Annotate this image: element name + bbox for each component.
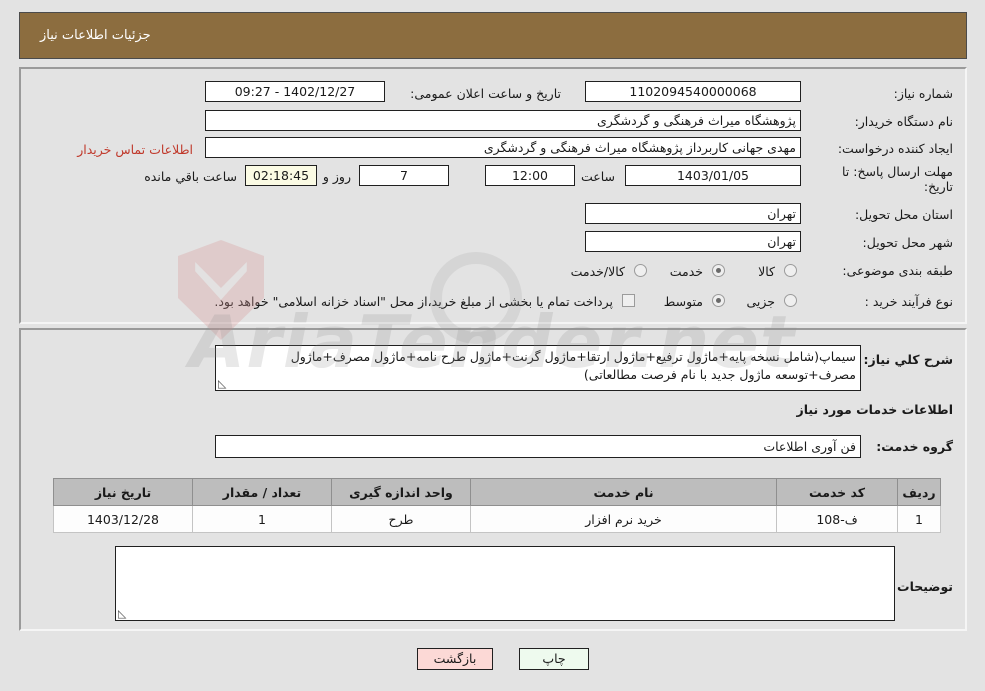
deadline-label: مهلت ارسال پاسخ: تا تاریخ:	[842, 164, 953, 194]
radio-category-kala-khedmat[interactable]	[634, 264, 647, 277]
remaining-time-field: 02:18:45	[245, 165, 317, 186]
print-button[interactable]: چاپ	[519, 648, 589, 670]
col-quantity: تعداد / مقدار	[192, 478, 332, 506]
need-number-field[interactable]: 1102094540000068	[585, 81, 801, 102]
province-label: استان محل تحویل:	[854, 207, 953, 222]
radio-process-motevaset[interactable]	[712, 294, 725, 307]
cell-unit: طرح	[331, 505, 471, 533]
requester-label: ایجاد کننده درخواست:	[837, 141, 953, 156]
resize-handle-icon-notes[interactable]: ◿	[118, 607, 128, 620]
cell-need-date: 1403/12/28	[53, 505, 193, 533]
remaining-days-label: روز و	[322, 169, 351, 184]
back-button[interactable]: بازگشت	[417, 648, 493, 670]
radio-category-khedmat-label: خدمت	[669, 264, 703, 279]
col-need-date: تاریخ نیاز	[53, 478, 193, 506]
buyer-notes-textarea[interactable]: ◿	[115, 546, 895, 621]
need-number-label: شماره نیاز:	[893, 86, 953, 101]
radio-category-kala[interactable]	[784, 264, 797, 277]
table-header-row: ردیف کد خدمت نام خدمت واحد اندازه گیری ت…	[53, 478, 941, 506]
city-label: شهر محل تحویل:	[862, 235, 953, 250]
deadline-time-field[interactable]: 12:00	[485, 165, 575, 186]
resize-handle-icon[interactable]: ◿	[218, 377, 228, 390]
buyer-contact-link[interactable]: اطلاعات تماس خریدار	[77, 142, 193, 157]
need-info-panel: شماره نیاز: 1102094540000068 تاریخ و ساع…	[19, 67, 967, 324]
general-desc-textarea[interactable]: سیماپ(شامل نسخه پایه+ماژول ترفیع+ماژول ا…	[215, 345, 861, 391]
general-desc-label: شرح کلي نياز:	[863, 352, 953, 367]
deadline-hour-label: ساعت	[580, 169, 615, 184]
table-row: 1 ف-108 خرید نرم افزار طرح 1 1403/12/28	[53, 505, 941, 533]
treasury-bond-checkbox[interactable]	[622, 294, 635, 307]
services-table: ردیف کد خدمت نام خدمت واحد اندازه گیری ت…	[53, 478, 941, 533]
announce-datetime-field[interactable]: 1402/12/27 - 09:27	[205, 81, 385, 102]
process-type-label: نوع فرآیند خرید :	[864, 294, 953, 309]
radio-category-kala-label: کالا	[758, 264, 775, 279]
remaining-days-field[interactable]: 7	[359, 165, 449, 186]
page-title-bar: جزئیات اطلاعات نیاز	[19, 12, 967, 59]
radio-category-khedmat[interactable]	[712, 264, 725, 277]
general-desc-value: سیماپ(شامل نسخه پایه+ماژول ترفیع+ماژول ا…	[290, 349, 856, 382]
province-field[interactable]: تهران	[585, 203, 801, 224]
cell-service-code: ف-108	[776, 505, 898, 533]
page-root: AriaTender.net جزئیات اطلاعات نیاز شماره…	[0, 0, 985, 691]
services-section-heading: اطلاعات خدمات مورد نیاز	[796, 402, 954, 417]
radio-process-jozii-label: جزیی	[746, 294, 775, 309]
col-unit: واحد اندازه گیری	[331, 478, 471, 506]
cell-row-no: 1	[897, 505, 941, 533]
radio-process-jozii[interactable]	[784, 294, 797, 307]
requester-field[interactable]: مهدی جهانی کاربرداز پژوهشگاه میراث فرهنگ…	[205, 137, 801, 158]
city-field[interactable]: تهران	[585, 231, 801, 252]
col-row-no: ردیف	[897, 478, 941, 506]
deadline-date-field[interactable]: 1403/01/05	[625, 165, 801, 186]
category-label: طبقه بندی موضوعی:	[842, 263, 953, 278]
service-group-label: گروه خدمت:	[876, 439, 953, 454]
radio-process-motevaset-label: متوسط	[663, 294, 703, 309]
radio-category-kala-khedmat-label: کالا/خدمت	[570, 264, 625, 279]
cell-quantity: 1	[192, 505, 332, 533]
cell-service-name: خرید نرم افزار	[470, 505, 777, 533]
buyer-org-field[interactable]: پژوهشگاه میراث فرهنگی و گردشگری	[205, 110, 801, 131]
treasury-bond-text: پرداخت تمام یا بخشی از مبلغ خرید،از محل …	[214, 294, 613, 309]
remaining-time-label: ساعت باقي مانده	[144, 169, 237, 184]
page-title: جزئیات اطلاعات نیاز	[40, 28, 151, 43]
announce-datetime-label: تاریخ و ساعت اعلان عمومی:	[410, 86, 561, 101]
service-group-field[interactable]: فن آوری اطلاعات	[215, 435, 861, 458]
col-service-name: نام خدمت	[470, 478, 777, 506]
col-service-code: کد خدمت	[776, 478, 898, 506]
buyer-org-label: نام دستگاه خریدار:	[854, 114, 953, 129]
